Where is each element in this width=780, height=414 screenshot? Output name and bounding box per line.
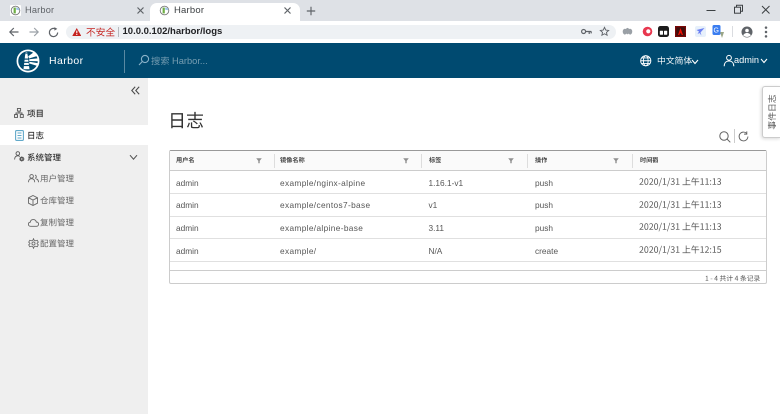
svg-text:G: G	[713, 28, 718, 35]
